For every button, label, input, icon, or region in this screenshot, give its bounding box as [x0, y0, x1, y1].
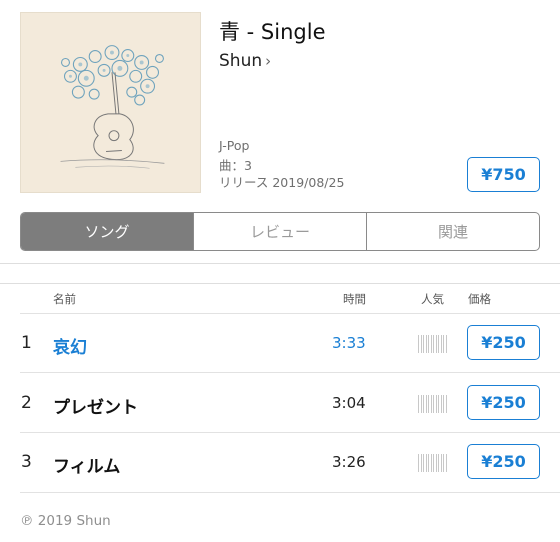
track-title[interactable]: フィルム — [53, 452, 120, 477]
column-header-name: 名前 — [53, 292, 76, 306]
column-header-price: 価格 — [468, 292, 491, 306]
track-title[interactable]: 哀幻 — [53, 333, 87, 358]
album-artwork-guitar-flowers-icon — [21, 13, 200, 192]
track-number: 1 — [21, 333, 32, 353]
track-buy-button[interactable]: ¥250 — [467, 325, 540, 360]
track-number: 3 — [21, 452, 32, 472]
popularity-bar — [418, 454, 448, 472]
column-header-time: 時間 — [343, 292, 366, 306]
tab-songs[interactable]: ソング — [21, 213, 193, 250]
row-divider — [20, 372, 560, 373]
popularity-bar — [418, 335, 448, 353]
album-release-date: リリース 2019/08/25 — [219, 175, 345, 190]
tab-reviews[interactable]: レビュー — [193, 213, 366, 250]
tab-related[interactable]: 関連 — [366, 213, 539, 250]
segmented-tabs: ソング レビュー 関連 — [20, 212, 540, 251]
chevron-right-icon: › — [265, 52, 272, 70]
artist-name: Shun — [219, 51, 263, 71]
track-title[interactable]: プレゼント — [53, 393, 138, 418]
row-divider — [20, 432, 560, 433]
header-divider — [0, 283, 560, 284]
row-divider — [20, 492, 560, 493]
copyright-notice: ℗ 2019 Shun — [20, 513, 111, 529]
track-number: 2 — [21, 393, 32, 413]
artist-link[interactable]: Shun › — [219, 51, 271, 71]
track-duration: 3:04 — [332, 394, 366, 412]
row-divider — [20, 313, 560, 314]
album-buy-button[interactable]: ¥750 — [467, 157, 540, 192]
column-header-popularity: 人気 — [421, 292, 444, 306]
album-title: 青 - Single — [219, 20, 326, 44]
track-duration: 3:26 — [332, 453, 366, 471]
album-artwork — [20, 12, 201, 193]
popularity-bar — [418, 395, 448, 413]
track-buy-button[interactable]: ¥250 — [467, 385, 540, 420]
album-genre: J-Pop — [219, 138, 250, 153]
track-duration: 3:33 — [332, 334, 366, 352]
track-buy-button[interactable]: ¥250 — [467, 444, 540, 479]
section-divider — [0, 263, 560, 264]
